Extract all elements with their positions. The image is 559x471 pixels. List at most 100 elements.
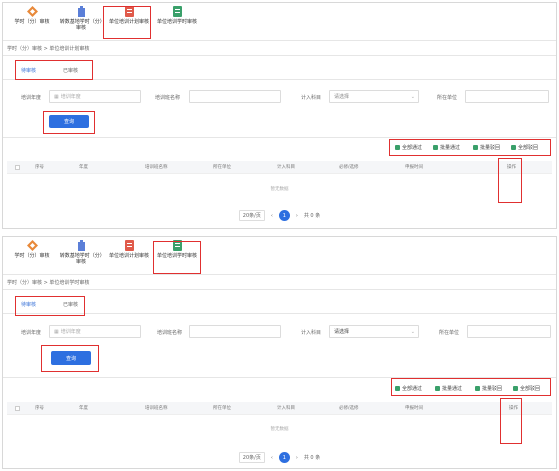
all-reject-button[interactable]: 全部驳回 (513, 385, 540, 392)
empty-state: 暂无数据 (270, 187, 289, 192)
all-pass-label: 全部通过 (402, 145, 423, 151)
subject-label: 计入科目 (301, 330, 322, 336)
all-reject-button[interactable]: 全部驳回 (511, 144, 538, 151)
empty-state: 暂无数据 (270, 427, 289, 432)
table-header: 序号 年度 培训班名称 所在单位 计入科目 必修/选修 申报时间 操作 (7, 402, 552, 415)
batch-pass-button[interactable]: 批量通过 (435, 385, 462, 392)
pagination: 20条/页 ‹ 1 › 共 0 条 (3, 210, 556, 221)
nav-item-plan-review[interactable]: 单位培训计划审核 (107, 240, 151, 272)
column-header: 必修/选修 (339, 406, 359, 411)
batch-pass-label: 批量通过 (440, 145, 461, 151)
nav-item-label: 单位培训学时审核 (156, 19, 197, 25)
current-page[interactable]: 1 (278, 210, 290, 221)
tab-pending[interactable]: 待审核 (21, 67, 36, 74)
top-screenshot-panel: 学时（分）审核 转数基地学时（分）审核 单位培训计划审核 单位培训学时审核 学时… (2, 2, 557, 229)
year-input[interactable]: ▦ 培训年度 (49, 325, 141, 338)
column-header: 培训班名称 (145, 406, 168, 411)
nav-item-hours-review[interactable]: 学时（分）审核 (9, 6, 55, 38)
year-label: 培训年度 (21, 95, 42, 101)
nav-item-unit-hours-review[interactable]: 单位培训学时审核 (155, 6, 199, 38)
nav-item-base-hours-review[interactable]: 转数基地学时（分）审核 (59, 6, 103, 38)
unit-input[interactable] (467, 325, 551, 338)
chevron-down-icon: ⌄ (410, 93, 415, 100)
select-all-checkbox[interactable] (15, 165, 20, 170)
nav-item-hours-review[interactable]: 学时（分）审核 (9, 240, 55, 272)
column-header: 年度 (79, 406, 88, 411)
column-header: 年度 (79, 165, 88, 170)
nav-item-base-hours-review[interactable]: 转数基地学时（分）审核 (59, 240, 103, 272)
batch-reject-button[interactable]: 批量驳回 (473, 144, 500, 151)
class-name-input[interactable] (189, 90, 281, 103)
document-icon (124, 240, 135, 251)
document-icon (473, 145, 478, 150)
column-header: 必修/选修 (339, 165, 359, 170)
batch-reject-button[interactable]: 批量驳回 (475, 385, 502, 392)
batch-reject-label: 批量驳回 (480, 145, 501, 151)
year-placeholder: 培训年度 (60, 329, 81, 335)
total-count: 共 0 条 (303, 213, 321, 219)
all-pass-button[interactable]: 全部通过 (395, 385, 422, 392)
all-pass-label: 全部通过 (402, 386, 423, 392)
current-page[interactable]: 1 (278, 452, 290, 463)
all-reject-label: 全部驳回 (520, 386, 541, 392)
nav-item-unit-hours-review[interactable]: 单位培训学时审核 (155, 240, 199, 272)
pagination: 20条/页 ‹ 1 › 共 0 条 (3, 452, 556, 463)
class-name-label: 培训班名称 (157, 330, 183, 336)
nav-item-label: 学时（分）审核 (14, 253, 50, 259)
prev-page-icon[interactable]: ‹ (271, 213, 273, 219)
subject-select[interactable]: 请选择 ⌄ (329, 325, 419, 338)
class-name-input[interactable] (189, 325, 281, 338)
column-header: 所在单位 (213, 406, 231, 411)
diamond-icon (26, 240, 38, 251)
all-pass-button[interactable]: 全部通过 (395, 144, 422, 151)
column-header: 计入科目 (277, 406, 295, 411)
document-icon (513, 386, 518, 391)
check-icon (433, 145, 438, 150)
query-button[interactable]: 查询 (51, 351, 91, 365)
table-header: 序号 年度 培训班名称 所在单位 计入科目 必修/选修 申报时间 操作 (7, 161, 552, 174)
prev-page-icon[interactable]: ‹ (271, 455, 273, 461)
unit-label: 所在单位 (437, 95, 458, 101)
next-page-icon[interactable]: › (296, 213, 298, 219)
query-button[interactable]: 查询 (49, 115, 89, 128)
unit-input[interactable] (465, 90, 549, 103)
column-header: 操作 (509, 406, 518, 411)
subject-label: 计入科目 (301, 95, 322, 101)
class-name-label: 培训班名称 (155, 95, 181, 101)
page-size-select[interactable]: 20条/页 (238, 210, 265, 221)
breadcrumb: 学时（分）审核 > 单位培训计划审核 (7, 46, 90, 52)
subject-select[interactable]: 请选择 ⌄ (329, 90, 419, 103)
document-icon (475, 386, 480, 391)
page-size-select[interactable]: 20条/页 (238, 452, 265, 463)
column-header: 序号 (35, 165, 44, 170)
column-header: 所在单位 (213, 165, 231, 170)
nav-item-label: 单位培训学时审核 (156, 253, 197, 259)
document-check-icon (172, 6, 183, 17)
bottom-screenshot-panel: 学时（分）审核 转数基地学时（分）审核 单位培训计划审核 单位培训学时审核 学时… (2, 236, 557, 469)
document-check-icon (172, 240, 183, 251)
nav-item-label: 转数基地学时（分）审核 (59, 19, 103, 31)
column-header: 序号 (35, 406, 44, 411)
column-header: 培训班名称 (145, 165, 168, 170)
document-icon (511, 145, 516, 150)
top-nav: 学时（分）审核 转数基地学时（分）审核 单位培训计划审核 单位培训学时审核 (3, 3, 556, 39)
nav-item-plan-review[interactable]: 单位培训计划审核 (107, 6, 151, 38)
diamond-icon (26, 6, 38, 17)
year-label: 培训年度 (21, 330, 42, 336)
subject-value: 请选择 (334, 329, 350, 335)
batch-pass-button[interactable]: 批量通过 (433, 144, 460, 151)
calendar-icon: ▦ (54, 328, 59, 335)
tab-reviewed[interactable]: 已审核 (63, 301, 78, 308)
all-reject-label: 全部驳回 (518, 145, 539, 151)
unit-label: 所在单位 (439, 330, 460, 336)
year-input[interactable]: ▦ 培训年度 (49, 90, 141, 103)
tab-reviewed[interactable]: 已审核 (63, 67, 78, 74)
total-count: 共 0 条 (303, 455, 321, 461)
document-icon (124, 6, 135, 17)
tab-pending[interactable]: 待审核 (21, 301, 36, 308)
column-header: 计入科目 (277, 165, 295, 170)
batch-pass-label: 批量通过 (442, 386, 463, 392)
breadcrumb: 学时（分）审核 > 单位培训学时审核 (7, 280, 90, 286)
next-page-icon[interactable]: › (296, 455, 298, 461)
select-all-checkbox[interactable] (15, 406, 20, 411)
